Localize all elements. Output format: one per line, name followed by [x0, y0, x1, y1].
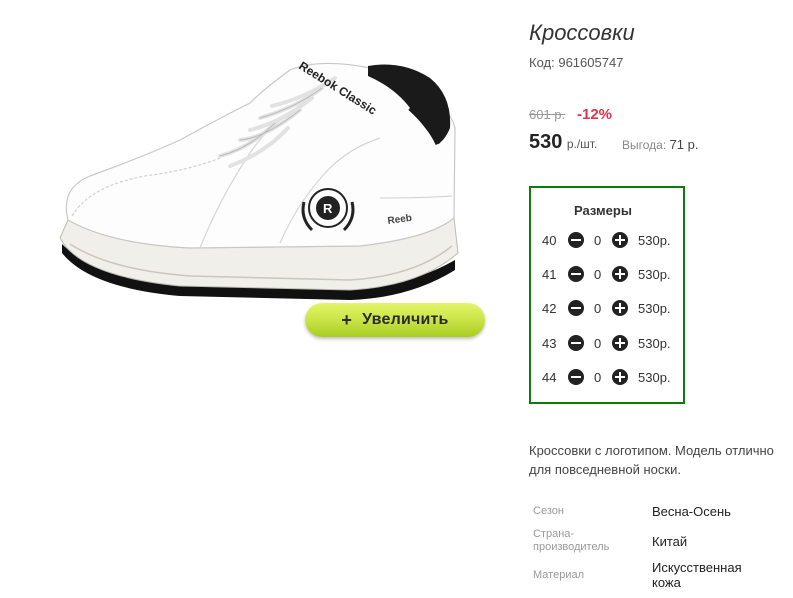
size-label: 41: [542, 267, 557, 282]
plus-icon: +: [341, 309, 353, 330]
price-unit: р./шт.: [566, 137, 598, 151]
size-price: 530р.: [638, 233, 671, 248]
size-quantity[interactable]: 0: [594, 336, 601, 351]
code-value: 961605747: [558, 55, 624, 70]
product-image[interactable]: Reebok Classic R Reeb: [50, 48, 470, 308]
size-row: 41 0 530р.: [531, 265, 683, 285]
plus-icon[interactable]: [612, 266, 628, 282]
size-row: 40 0 530р.: [531, 231, 683, 251]
product-title: Кроссовки: [529, 20, 635, 45]
property-label: Сезон: [533, 505, 564, 517]
size-label: 44: [542, 370, 557, 385]
old-price: 601 р.: [529, 107, 566, 122]
size-row: 43 0 530р.: [531, 334, 683, 354]
minus-icon[interactable]: [568, 266, 584, 282]
size-label: 40: [542, 233, 557, 248]
benefit-value: 71 р.: [669, 137, 699, 152]
sizes-panel: Размеры 40 0 530р. 41 0 530р. 42 0 530р.…: [529, 186, 685, 404]
code-label: Код:: [529, 55, 555, 70]
minus-icon[interactable]: [568, 232, 584, 248]
plus-icon[interactable]: [612, 232, 628, 248]
current-price: 530 р./шт.: [529, 131, 597, 154]
size-quantity[interactable]: 0: [594, 301, 601, 316]
size-price: 530р.: [638, 336, 671, 351]
size-quantity[interactable]: 0: [594, 233, 601, 248]
discount-badge: -12%: [577, 106, 613, 123]
benefit-label: Выгода:: [622, 138, 667, 152]
svg-text:R: R: [323, 201, 333, 216]
size-price: 530р.: [638, 301, 671, 316]
product-code: Код: 961605747: [529, 55, 623, 70]
zoom-button-label: Увеличить: [362, 311, 449, 328]
minus-icon[interactable]: [568, 369, 584, 385]
price-value: 530: [529, 131, 563, 153]
plus-icon[interactable]: [612, 369, 628, 385]
property-label: Материал: [533, 569, 584, 581]
property-value: Весна-Осень: [652, 504, 731, 519]
size-row: 44 0 530р.: [531, 368, 683, 388]
description-line: для повседневной носки.: [529, 462, 681, 477]
size-quantity[interactable]: 0: [594, 370, 601, 385]
property-label: Страна- производитель: [533, 528, 610, 553]
size-price: 530р.: [638, 370, 671, 385]
description-line: Кроссовки с логотипом. Модель отлично: [529, 443, 774, 458]
property-value: Искусственная кожа: [652, 560, 742, 590]
size-quantity[interactable]: 0: [594, 267, 601, 282]
size-price: 530р.: [638, 267, 671, 282]
sneaker-illustration: Reebok Classic R Reeb: [59, 59, 459, 300]
zoom-button[interactable]: + Увеличить: [305, 303, 485, 337]
minus-icon[interactable]: [568, 300, 584, 316]
property-value: Китай: [652, 534, 688, 549]
plus-icon[interactable]: [612, 300, 628, 316]
size-label: 42: [542, 301, 557, 316]
minus-icon[interactable]: [568, 335, 584, 351]
sizes-title: Размеры: [574, 203, 632, 218]
product-description: Кроссовки с логотипом. Модель отлично дл…: [529, 441, 793, 479]
size-row: 42 0 530р.: [531, 299, 683, 319]
benefit: Выгода: 71 р.: [622, 137, 698, 152]
size-label: 43: [542, 336, 557, 351]
plus-icon[interactable]: [612, 335, 628, 351]
